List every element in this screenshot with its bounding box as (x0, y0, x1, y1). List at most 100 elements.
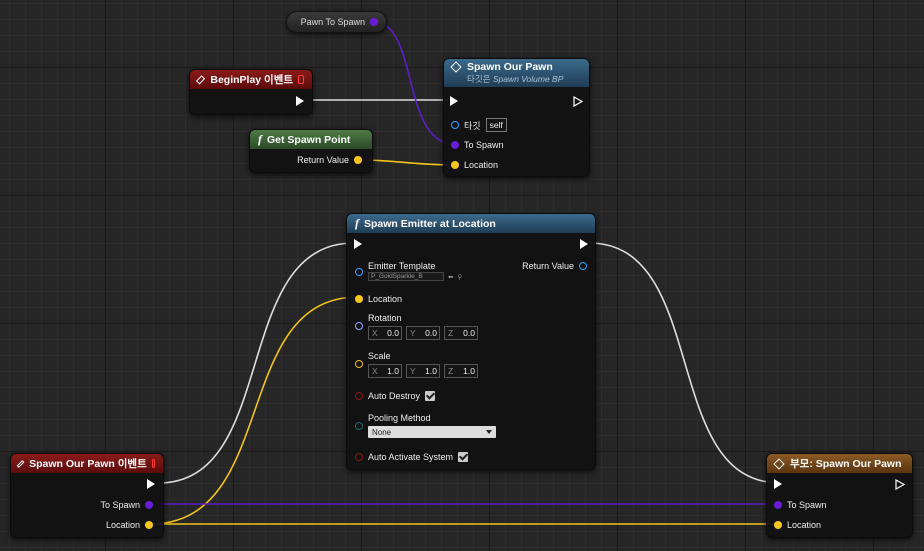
rotation-y-field[interactable]: Y 0.0 (406, 326, 440, 340)
vector-pin-icon[interactable] (355, 295, 363, 303)
pin-label: To Spawn (464, 140, 504, 150)
pin-label: Auto Destroy (368, 391, 421, 401)
delegate-pin-icon[interactable] (298, 75, 304, 84)
variable-label: Pawn To Spawn (300, 17, 365, 27)
exec-output-pin[interactable] (147, 479, 155, 489)
pin-label: Location (464, 160, 499, 170)
location-pin[interactable]: Location (355, 294, 402, 304)
auto-activate-pin[interactable]: Auto Activate System (355, 452, 469, 462)
to-spawn-pin[interactable]: To Spawn (774, 500, 827, 510)
browse-search-icon[interactable]: ⚲ (457, 273, 462, 281)
pin-label: Location (368, 294, 403, 304)
exec-wire-emitter-to-parent (588, 242, 781, 484)
node-title: 부모: Spawn Our Pawn (790, 458, 902, 470)
vector-pin-icon[interactable] (451, 161, 459, 169)
target-default-value[interactable]: self (485, 118, 507, 132)
node-subtitle: 타깃은 Spawn Volume BP (467, 74, 564, 84)
bool-pin-icon[interactable] (355, 453, 363, 461)
rotator-pin-icon[interactable] (355, 322, 363, 330)
pin-label: 타깃 (464, 120, 481, 131)
to-spawn-pin[interactable]: To Spawn (100, 500, 153, 510)
vector-pin-icon[interactable] (145, 521, 153, 529)
object-pin-icon[interactable] (355, 268, 363, 276)
pin-label: Return Value (522, 261, 574, 271)
return-value-pin[interactable]: Return Value (297, 155, 362, 165)
location-pin[interactable]: Location (451, 160, 498, 170)
rotation-z-field[interactable]: Z 0.0 (444, 326, 478, 340)
delegate-pin-icon[interactable] (151, 459, 155, 468)
to-spawn-pin[interactable]: To Spawn (451, 140, 504, 150)
dropdown-value: None (372, 427, 392, 437)
pin-label: To Spawn (100, 500, 140, 510)
exec-output-pin[interactable] (580, 239, 588, 249)
emitter-template-pin[interactable]: Emitter Template P_GoldSparkle_B ⬅ ⚲ (355, 261, 462, 281)
rotation-pin[interactable]: Rotation X 0.0 Y 0.0 Z 0.0 (355, 313, 478, 340)
auto-destroy-checkbox[interactable] (425, 391, 436, 401)
use-selected-arrow-icon[interactable]: ⬅ (448, 273, 453, 281)
spawn-emitter-at-location-node[interactable]: f Spawn Emitter at Location Emitter Temp… (346, 213, 596, 470)
node-title: Spawn Our Pawn 이벤트 (29, 458, 147, 470)
pin-label: Location (787, 520, 822, 530)
exec-input-pin[interactable] (774, 479, 782, 489)
scale-pin[interactable]: Scale X 1.0 Y 1.0 Z 1.0 (355, 351, 478, 378)
exec-output-pin[interactable] (296, 96, 304, 106)
object-pin-icon[interactable] (451, 141, 459, 149)
exec-input-pin[interactable] (354, 239, 362, 249)
spawn-our-pawn-call-node[interactable]: Spawn Our Pawn 타깃은 Spawn Volume BP 타깃 se… (443, 58, 590, 177)
node-header: Spawn Our Pawn 이벤트 (11, 454, 163, 473)
return-value-pin[interactable]: Return Value (522, 261, 587, 271)
event-icon (16, 459, 25, 468)
rotation-x-field[interactable]: X 0.0 (368, 326, 402, 340)
scale-z-field[interactable]: Z 1.0 (444, 364, 478, 378)
auto-destroy-pin[interactable]: Auto Destroy (355, 391, 436, 401)
vector-pin-icon[interactable] (354, 156, 362, 164)
event-icon (195, 74, 206, 85)
node-title: Spawn Emitter at Location (364, 217, 496, 230)
bool-pin-icon[interactable] (355, 392, 363, 400)
pin-label: Rotation (368, 313, 402, 323)
object-pin-icon[interactable] (145, 501, 153, 509)
asset-picker-value[interactable]: P_GoldSparkle_B (368, 272, 444, 281)
pin-label: Location (105, 520, 140, 530)
target-pin[interactable]: 타깃 self (451, 118, 507, 132)
location-pin[interactable]: Location (106, 520, 153, 530)
object-pin-icon[interactable] (579, 262, 587, 270)
pooling-method-pin[interactable]: Pooling Method None (355, 413, 496, 438)
enum-pin-icon[interactable] (355, 422, 363, 430)
function-call-icon (450, 61, 462, 73)
parent-spawn-our-pawn-node[interactable]: 부모: Spawn Our Pawn To Spawn Location (766, 453, 913, 538)
location-pin[interactable]: Location (774, 520, 821, 530)
beginplay-event-node[interactable]: BeginPlay 이벤트 (189, 69, 313, 115)
node-header: BeginPlay 이벤트 (190, 70, 312, 89)
function-icon: f (355, 216, 359, 230)
object-output-pin[interactable] (370, 18, 378, 26)
node-header: 부모: Spawn Our Pawn (767, 454, 912, 473)
pooling-method-dropdown[interactable]: None (368, 426, 496, 438)
get-spawn-point-node[interactable]: f Get Spawn Point Return Value (249, 129, 373, 173)
scale-x-field[interactable]: X 1.0 (368, 364, 402, 378)
asset-picker[interactable]: P_GoldSparkle_B ⬅ ⚲ (368, 272, 462, 281)
exec-output-pin[interactable] (895, 479, 905, 490)
exec-input-pin[interactable] (450, 96, 458, 106)
pin-label: Emitter Template (368, 261, 436, 271)
pin-label: Pooling Method (368, 413, 431, 423)
node-title: BeginPlay 이벤트 (210, 74, 294, 86)
target-pin-icon[interactable] (451, 121, 459, 129)
node-title: Get Spawn Point (267, 133, 351, 146)
vector-pin-icon[interactable] (774, 521, 782, 529)
node-header: Spawn Our Pawn 타깃은 Spawn Volume BP (444, 59, 589, 87)
auto-activate-checkbox[interactable] (458, 452, 469, 462)
exec-output-pin[interactable] (573, 96, 583, 107)
node-title: Spawn Our Pawn (467, 61, 553, 73)
scale-y-field[interactable]: Y 1.0 (406, 364, 440, 378)
object-pin-icon[interactable] (774, 501, 782, 509)
vector-pin-icon[interactable] (355, 360, 363, 368)
function-call-icon (773, 457, 785, 470)
pin-label: To Spawn (787, 500, 827, 510)
pin-label: Scale (368, 351, 391, 361)
pawn-to-spawn-variable-node[interactable]: Pawn To Spawn (286, 11, 387, 33)
vector-wire-event-to-emitter-location (149, 296, 359, 525)
spawn-our-pawn-event-node[interactable]: Spawn Our Pawn 이벤트 To Spawn Location (10, 453, 164, 538)
chevron-down-icon (486, 430, 492, 434)
pin-label: Return Value (297, 155, 349, 165)
